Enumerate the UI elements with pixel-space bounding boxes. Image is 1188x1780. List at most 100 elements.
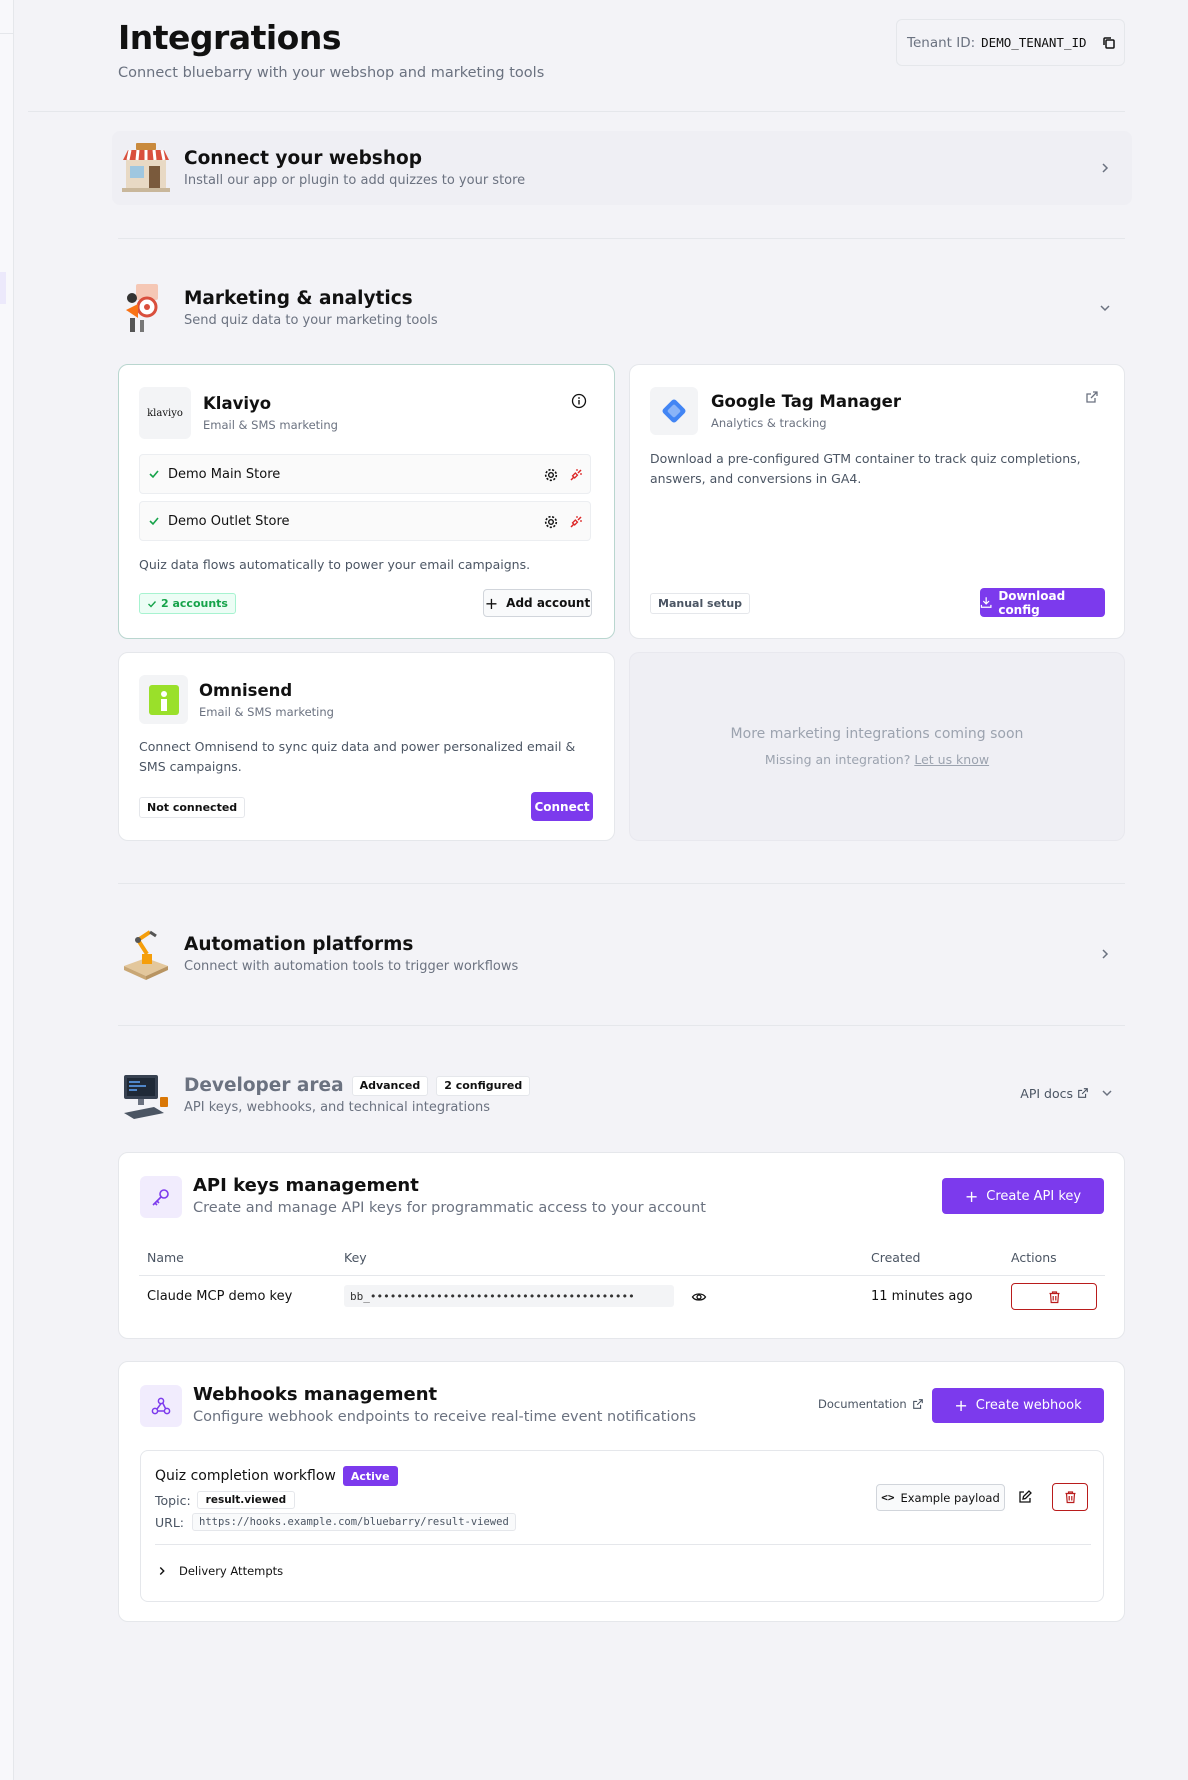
klaviyo-logo: klaviyo [139, 387, 191, 439]
chevron-right-icon [159, 1567, 165, 1575]
gtm-logo [650, 387, 698, 435]
tenant-id-label: Tenant ID: [907, 34, 976, 51]
chevron-right-icon[interactable] [1097, 160, 1113, 176]
column-header-name: Name [147, 1250, 184, 1265]
status-badge: Active [342, 1466, 398, 1486]
developer-actions: API docs [1020, 1085, 1115, 1101]
download-config-button[interactable]: Download config [980, 588, 1105, 617]
delete-webhook-button[interactable] [1052, 1483, 1088, 1511]
disconnect-icon[interactable] [568, 467, 584, 483]
webhook-divider [155, 1544, 1091, 1545]
documentation-link[interactable]: Documentation [818, 1397, 907, 1411]
gtm-category: Analytics & tracking [711, 416, 827, 430]
section-marketing[interactable]: Marketing & analytics Send quiz data to … [118, 280, 1125, 336]
api-key-name: Claude MCP demo key [147, 1289, 293, 1304]
developer-desc: API keys, webhooks, and technical integr… [184, 1100, 491, 1115]
copy-icon[interactable] [1101, 35, 1117, 51]
section-webshop[interactable]: Connect your webshop Install our app or … [118, 140, 1125, 196]
create-webhook-label: Create webhook [975, 1398, 1082, 1413]
manual-setup-badge: Manual setup [650, 593, 751, 614]
delete-api-key-button[interactable] [1011, 1283, 1097, 1310]
webhooks-desc: Configure webhook endpoints to receive r… [193, 1409, 697, 1425]
marketing-illustration-icon [126, 284, 158, 332]
delivery-attempts-label: Delivery Attempts [179, 1564, 284, 1578]
computer-illustration-icon [124, 1075, 168, 1119]
webhook-icon-box [140, 1385, 182, 1427]
key-icon-box [140, 1176, 182, 1218]
check-icon [148, 600, 157, 608]
account-name: Demo Main Store [168, 466, 281, 482]
klaviyo-category: Email & SMS marketing [203, 418, 338, 432]
missing-integration-text: Missing an integration? [764, 752, 911, 767]
delivery-attempts-toggle[interactable]: Delivery Attempts [155, 1564, 283, 1578]
check-icon [149, 470, 159, 479]
webhook-name: Quiz completion workflow [155, 1468, 336, 1484]
webhook-url: https://hooks.example.com/bluebarry/resu… [192, 1513, 516, 1531]
klaviyo-name: Klaviyo [203, 394, 272, 413]
gear-icon[interactable] [543, 514, 559, 530]
divider [118, 238, 1125, 239]
webshop-title: Connect your webshop [184, 148, 422, 169]
chevron-down-icon[interactable] [1099, 1085, 1115, 1101]
chevron-right-icon[interactable] [1097, 946, 1113, 962]
tenant-id-value: DEMO_TENANT_ID [981, 35, 1087, 50]
gear-icon[interactable] [543, 467, 559, 483]
webshop-text: Connect your webshop Install our app or … [184, 148, 525, 188]
topic-chip: result.viewed [196, 1491, 296, 1509]
account-name: Demo Outlet Store [168, 513, 290, 529]
eye-icon[interactable] [691, 1289, 707, 1305]
shop-illustration-icon [122, 143, 170, 192]
external-link-icon[interactable] [1085, 390, 1099, 404]
klaviyo-card: klaviyo Klaviyo Email & SMS marketing De… [118, 364, 615, 639]
gtm-card: Google Tag Manager Analytics & tracking … [629, 364, 1125, 639]
add-account-label: Add account [506, 596, 591, 610]
robot-arm-illustration-icon [124, 930, 168, 980]
api-keys-title: API keys management [193, 1175, 419, 1196]
trash-icon [1049, 1290, 1059, 1303]
omnisend-category: Email & SMS marketing [199, 705, 334, 719]
code-icon: <> [881, 1491, 895, 1504]
tenant-id-box: Tenant ID: DEMO_TENANT_ID [896, 19, 1125, 66]
webhook-icon [151, 1397, 171, 1415]
divider [118, 1025, 1125, 1026]
klaviyo-account-row: Demo Outlet Store [139, 501, 591, 541]
edit-icon[interactable] [1017, 1489, 1033, 1505]
divider [118, 883, 1125, 884]
example-payload-button[interactable]: <> Example payload [876, 1484, 1005, 1511]
plus-icon: + [964, 1186, 979, 1206]
column-header-key: Key [344, 1250, 367, 1265]
omnisend-connect-button[interactable]: Connect [531, 792, 593, 821]
api-docs-link[interactable]: API docs [1020, 1086, 1073, 1101]
trash-icon [1065, 1491, 1075, 1504]
column-header-actions: Actions [1011, 1250, 1057, 1265]
section-developer[interactable]: Developer area Advanced 2 configured API… [118, 1067, 1125, 1123]
external-link-icon[interactable] [1077, 1087, 1089, 1099]
webhook-header: Quiz completion workflow Active [155, 1466, 398, 1486]
let-us-know-link[interactable]: Let us know [914, 752, 989, 767]
create-api-key-button[interactable]: + Create API key [942, 1178, 1104, 1214]
api-keys-card: API keys management Create and manage AP… [118, 1152, 1125, 1339]
api-keys-desc: Create and manage API keys for programma… [193, 1200, 706, 1216]
webhooks-title: Webhooks management [193, 1384, 438, 1405]
column-header-created: Created [871, 1250, 921, 1265]
create-webhook-button[interactable]: + Create webhook [932, 1388, 1104, 1423]
section-automation[interactable]: Automation platforms Connect with automa… [118, 926, 1125, 982]
webhooks-card: Webhooks management Configure webhook en… [118, 1361, 1125, 1622]
marketing-text: Marketing & analytics Send quiz data to … [184, 288, 438, 328]
external-link-icon[interactable] [912, 1398, 924, 1410]
topic-label: Topic: [155, 1492, 191, 1508]
configured-badge: 2 configured [436, 1075, 531, 1096]
chevron-down-icon[interactable] [1097, 300, 1113, 316]
gtm-name: Google Tag Manager [711, 392, 902, 411]
add-account-button[interactable]: + Add account [483, 589, 592, 617]
omnisend-card: Omnisend Email & SMS marketing Connect O… [118, 652, 615, 841]
disconnect-icon[interactable] [568, 514, 584, 530]
info-icon[interactable] [571, 393, 587, 409]
marketing-desc: Send quiz data to your marketing tools [184, 313, 438, 328]
omnisend-logo-icon [148, 684, 179, 715]
webhooks-docs: Documentation [818, 1397, 924, 1411]
developer-title-row: Developer area Advanced 2 configured [184, 1075, 531, 1096]
rail-active-indicator [0, 272, 6, 304]
not-connected-badge: Not connected [139, 797, 246, 818]
coming-soon-card: More marketing integrations coming soon … [629, 652, 1125, 841]
